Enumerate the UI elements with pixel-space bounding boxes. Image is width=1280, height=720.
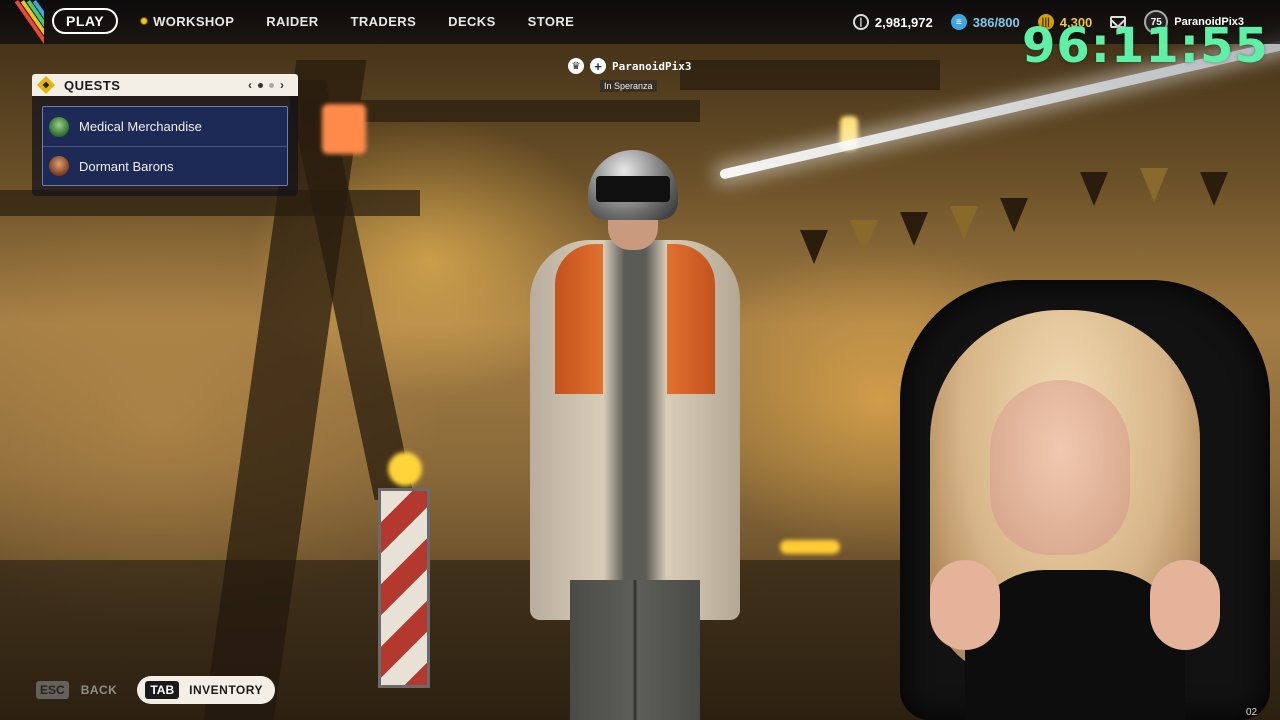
capacity-currency[interactable]: ≡ 386/800 [950, 14, 1020, 30]
streamer-webcam [870, 270, 1280, 720]
player-location-status: In Speranza [600, 80, 657, 92]
brand-stripes-logo [0, 0, 44, 44]
quests-pager: ‹ › [248, 78, 284, 92]
nav-store[interactable]: STORE [528, 14, 575, 29]
back-button[interactable]: BACK [81, 683, 118, 697]
coins-value: 2,981,972 [874, 14, 933, 30]
inventory-label: INVENTORY [189, 683, 263, 697]
nav-workshop-label: WORKSHOP [153, 13, 235, 29]
quest-giver-avatar-icon [49, 156, 69, 176]
capacity-value: 386/800 [972, 14, 1020, 30]
quest-item-medical-merchandise[interactable]: Medical Merchandise [43, 107, 287, 146]
quests-diamond-icon [36, 75, 56, 95]
player-character [500, 140, 770, 720]
quest-giver-avatar-icon [49, 116, 69, 137]
quests-panel: QUESTS ‹ › Medical Merchandise Dormant B… [32, 74, 298, 196]
coins-currency[interactable]: | 2,981,972 [852, 14, 933, 30]
quests-title: QUESTS [64, 77, 121, 93]
bottom-controls: ESC BACK TAB INVENTORY [36, 676, 275, 704]
player-nameplate: ♛ + ParanoidPix3 [568, 58, 691, 74]
nav-traders[interactable]: TRADERS [351, 14, 417, 29]
quest-item-label: Medical Merchandise [79, 119, 202, 134]
coins-icon: | [852, 14, 869, 30]
tab-key-hint: TAB [145, 681, 180, 699]
notification-dot-icon [140, 17, 149, 25]
page-dot-active [258, 82, 263, 88]
quest-item-label: Dormant Barons [79, 158, 174, 174]
chevron-left-icon[interactable]: ‹ [248, 78, 252, 92]
nav-decks[interactable]: DECKS [448, 14, 496, 29]
quests-header: QUESTS ‹ › [32, 74, 298, 96]
quest-list: Medical Merchandise Dormant Barons [42, 106, 288, 186]
add-friend-icon[interactable]: + [590, 58, 606, 74]
inventory-button[interactable]: TAB INVENTORY [137, 676, 275, 704]
crown-icon: ♛ [568, 58, 584, 74]
stream-timer: 96:11:55 [1022, 18, 1269, 74]
nav-raider[interactable]: RAIDER [266, 14, 318, 29]
player-name: ParanoidPix3 [612, 59, 692, 73]
quest-item-dormant-barons[interactable]: Dormant Barons [43, 146, 287, 185]
main-nav: PLAY WORKSHOP RAIDER TRADERS DECKS STORE [52, 8, 574, 34]
corner-text: 02 [1246, 707, 1258, 718]
chevron-right-icon[interactable]: › [280, 78, 284, 92]
esc-key-hint: ESC [36, 681, 69, 699]
nav-workshop[interactable]: WORKSHOP [140, 14, 234, 29]
page-dot [269, 82, 274, 88]
nav-play-button[interactable]: PLAY [52, 8, 119, 34]
stash-capacity-icon: ≡ [950, 14, 967, 30]
